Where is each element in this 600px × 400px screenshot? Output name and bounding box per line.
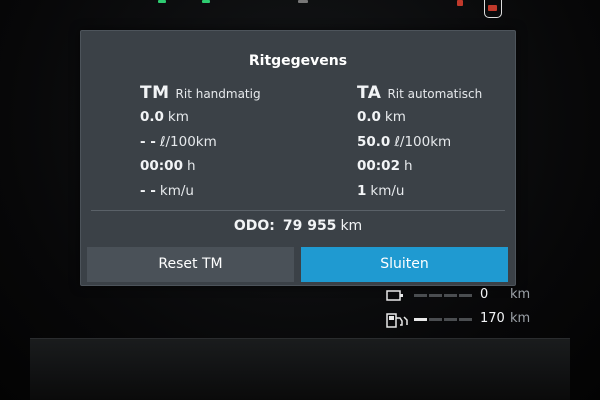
door-open-icon xyxy=(484,0,502,18)
fuel-range-bar xyxy=(414,318,474,333)
divider xyxy=(91,210,505,211)
range-bar-segment xyxy=(429,318,442,321)
instrument-cluster-screen: Ritgegevens TM Rit handmatig 0.0 km - - ℓ/1… xyxy=(0,0,600,400)
time-value: 00:00 xyxy=(140,158,183,174)
consumption-value: - - xyxy=(140,133,156,150)
dialog-title: Ritgegevens xyxy=(248,53,348,69)
fuel-range-value: 170 xyxy=(480,311,505,326)
range-bar-segment xyxy=(414,318,427,321)
trip-auto-name: Rit automatisch xyxy=(387,87,483,101)
range-bar-segment xyxy=(414,294,427,297)
odometer-label: ODO: xyxy=(233,218,275,234)
trip-auto-speed: 1 km/u xyxy=(357,179,537,204)
distance-unit: km xyxy=(384,109,406,125)
fuel-range: 170 km xyxy=(386,311,536,329)
trip-data-dialog: Ritgegevens TM Rit handmatig 0.0 km - - ℓ/1… xyxy=(80,30,516,286)
distance-unit: km xyxy=(167,109,189,125)
trip-auto-header: TA Rit automatisch xyxy=(357,81,537,105)
top-indicator-strip xyxy=(0,0,600,18)
trip-auto-consumption: 50.0 ℓ/100km xyxy=(357,130,537,155)
range-bar-segment xyxy=(459,318,472,321)
battery-plug-icon xyxy=(386,290,403,301)
trip-manual-time: 00:00 h xyxy=(140,154,320,179)
odometer-value: 79 955 xyxy=(282,218,337,234)
warning-light-icon xyxy=(457,0,463,6)
odometer: ODO: 79 955 km xyxy=(81,218,515,234)
time-unit: h xyxy=(186,158,196,174)
trip-manual-column: TM Rit handmatig 0.0 km - - ℓ/100km 00:00 h … xyxy=(140,81,320,203)
electric-range-value: 0 xyxy=(480,287,489,302)
fuel-pump-icon xyxy=(386,313,408,328)
consumption-unit: ℓ/100km xyxy=(394,133,452,150)
time-unit: h xyxy=(403,158,413,174)
speed-value: - - xyxy=(140,182,156,199)
distance-value: 0.0 xyxy=(140,109,164,125)
range-bar-segment xyxy=(459,294,472,297)
dashboard-bezel xyxy=(30,338,570,400)
close-button[interactable]: Sluiten xyxy=(301,247,508,282)
electric-range-bar xyxy=(414,294,474,309)
reset-tm-button[interactable]: Reset TM xyxy=(87,247,294,282)
time-value: 00:02 xyxy=(357,158,400,174)
trip-manual-header: TM Rit handmatig xyxy=(140,81,320,105)
range-bar-segment xyxy=(444,318,457,321)
trip-auto-abbr: TA xyxy=(357,83,382,103)
trip-manual-distance: 0.0 km xyxy=(140,105,320,130)
fuel-range-unit: km xyxy=(510,311,531,326)
electric-range-unit: km xyxy=(510,287,531,302)
range-bar-segment xyxy=(444,294,457,297)
trip-manual-consumption: - - ℓ/100km xyxy=(140,130,320,155)
trip-manual-speed: - - km/u xyxy=(140,179,320,204)
speed-unit: km/u xyxy=(370,182,405,199)
electric-range: 0 km xyxy=(386,287,536,305)
trip-manual-name: Rit handmatig xyxy=(175,87,261,101)
indicator-light-icon xyxy=(298,0,308,3)
consumption-unit: ℓ/100km xyxy=(159,133,217,150)
trip-auto-time: 00:02 h xyxy=(357,154,537,179)
speed-value: 1 xyxy=(357,182,367,199)
indicator-light-icon xyxy=(158,0,166,3)
odometer-unit: km xyxy=(340,218,363,234)
trip-auto-distance: 0.0 km xyxy=(357,105,537,130)
trip-manual-abbr: TM xyxy=(140,83,170,103)
range-bar-segment xyxy=(429,294,442,297)
distance-value: 0.0 xyxy=(357,109,381,125)
consumption-value: 50.0 xyxy=(357,133,391,150)
indicator-light-icon xyxy=(202,0,210,3)
trip-auto-column: TA Rit automatisch 0.0 km 50.0 ℓ/100km 00:0… xyxy=(357,81,537,203)
speed-unit: km/u xyxy=(159,182,194,199)
